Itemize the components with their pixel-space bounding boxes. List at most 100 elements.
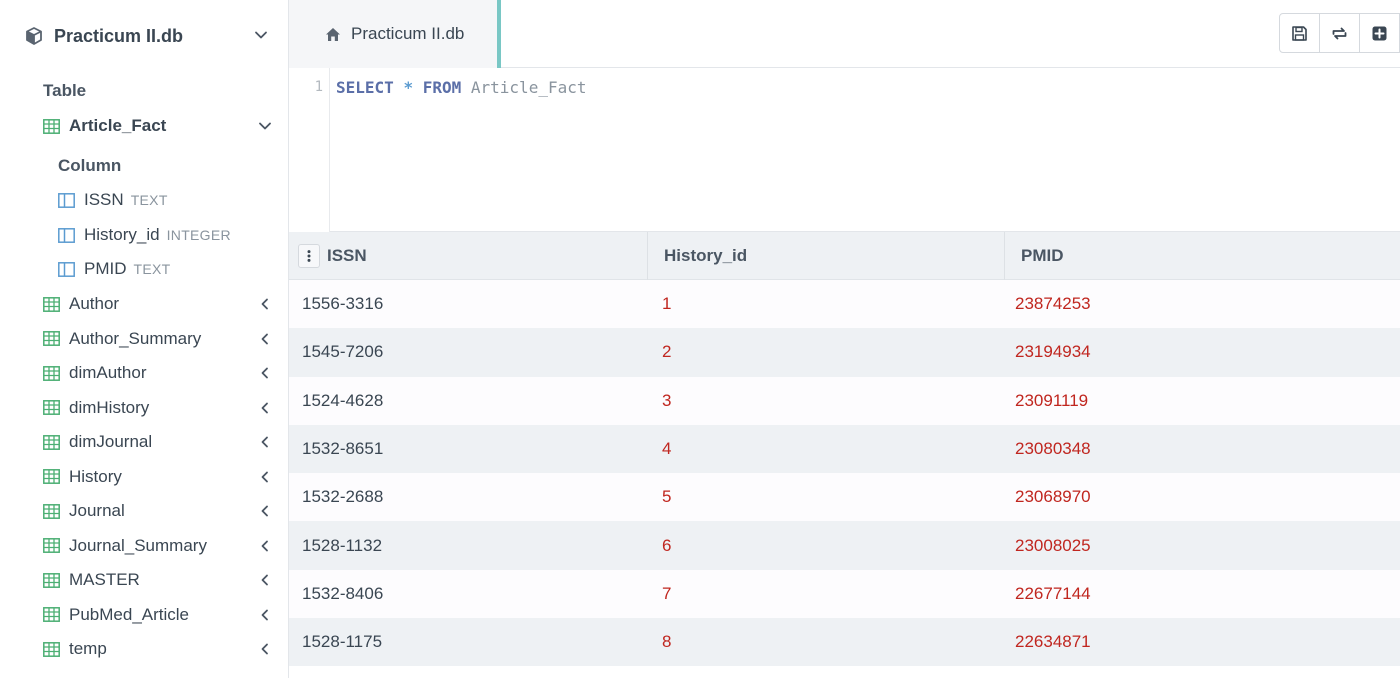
chevron-down-icon[interactable] (258, 119, 272, 133)
cube-icon (26, 27, 42, 45)
home-icon (326, 27, 340, 41)
table-cell[interactable]: 1528-1132 (289, 536, 648, 556)
chevron-left-icon[interactable] (258, 332, 272, 346)
table-identifier: Article_Fact (470, 78, 587, 97)
column-icon (58, 261, 75, 277)
table-name: Journal (69, 501, 125, 520)
table-row[interactable]: 1532-8651 4 23080348 (289, 424, 1400, 474)
table-row[interactable]: 1532-2688 5 23068970 (289, 473, 1400, 522)
sidebar-table-item[interactable]: Author_Summary (43, 324, 272, 354)
refresh-button[interactable] (1319, 13, 1360, 53)
sidebar-table-item[interactable]: Journal_Summary (43, 531, 272, 561)
table-icon (43, 641, 60, 657)
keyword-from: FROM (422, 78, 462, 97)
table-cell[interactable]: 1532-2688 (289, 487, 648, 507)
table-name: Author_Summary (69, 328, 202, 348)
save-button[interactable] (1279, 13, 1320, 53)
table-name: MASTER (69, 570, 140, 589)
table-cell[interactable]: 23080348 (1005, 439, 1400, 459)
table-cell[interactable]: 23091119 (1005, 391, 1400, 411)
table-cell[interactable]: 1532-8651 (289, 439, 648, 459)
chevron-left-icon[interactable] (258, 435, 272, 449)
sidebar-table-item[interactable]: temp (43, 634, 272, 664)
grid-header: ISSN History_id PMID (289, 232, 1400, 280)
table-cell[interactable]: 23008025 (1005, 536, 1400, 556)
table-row[interactable]: 1528-1175 8 22634871 (289, 618, 1400, 667)
chevron-left-icon[interactable] (258, 470, 272, 484)
table-cell[interactable]: 1 (648, 294, 1005, 314)
sidebar-table-item[interactable]: dimAuthor (43, 358, 272, 388)
toolbar (1279, 13, 1400, 53)
table-cell[interactable]: 5 (648, 487, 1005, 507)
sidebar-column-issn[interactable]: ISSN TEXT (58, 186, 168, 214)
sidebar-table-item[interactable]: dimJournal (43, 427, 272, 457)
save-icon (1292, 25, 1307, 41)
chevron-left-icon[interactable] (258, 366, 272, 380)
tab-bar: Practicum II.db (289, 0, 1400, 68)
sidebar-column-history-id[interactable]: History_id INTEGER (58, 221, 231, 249)
table-name: PubMed_Article (69, 604, 190, 624)
chevron-left-icon[interactable] (258, 608, 272, 622)
table-cell[interactable]: 1532-8406 (289, 584, 648, 604)
table-row[interactable]: 1532-8406 7 22677144 (289, 569, 1400, 619)
table-cell[interactable]: 8 (648, 632, 1005, 652)
table-row[interactable]: 1545-7206 2 23194934 (289, 328, 1400, 377)
table-cell[interactable]: 22634871 (1005, 632, 1400, 652)
tab-label: Practicum II.db (351, 24, 465, 43)
database-header[interactable]: Practicum II.db (24, 22, 272, 50)
table-row[interactable]: 1528-1132 6 23008025 (289, 521, 1400, 570)
table-name: temp (69, 639, 107, 658)
sidebar-table-item[interactable]: History (43, 462, 272, 492)
table-cell[interactable]: 1545-7206 (289, 342, 648, 362)
sidebar-table-item[interactable]: Author (43, 289, 272, 319)
table-cell[interactable]: 2 (648, 342, 1005, 362)
chevron-down-icon[interactable] (254, 28, 268, 42)
chevron-left-icon[interactable] (258, 297, 272, 311)
column-menu-button[interactable] (298, 244, 320, 268)
table-cell[interactable]: 4 (648, 439, 1005, 459)
sidebar-table-item[interactable]: MASTER (43, 565, 272, 595)
column-header-issn[interactable]: ISSN (289, 232, 648, 280)
column-icon (58, 192, 75, 208)
column-name: PMID (84, 259, 127, 278)
column-section-label: Column (58, 156, 122, 175)
sql-code[interactable]: SELECT * FROM Article_Fact (336, 78, 586, 97)
results-grid: ISSN History_id PMID 1556-3316 1 23874253 1… (289, 232, 1400, 667)
chevron-left-icon[interactable] (258, 539, 272, 553)
sidebar-table-item[interactable]: dimHistory (43, 393, 272, 423)
chevron-left-icon[interactable] (258, 401, 272, 415)
table-cell[interactable]: 23068970 (1005, 487, 1400, 507)
column-header-history-id[interactable]: History_id (648, 232, 1005, 280)
table-icon (43, 538, 60, 553)
chevron-left-icon[interactable] (258, 573, 272, 587)
table-cell[interactable]: 7 (648, 584, 1005, 604)
table-cell[interactable]: 22677144 (1005, 584, 1400, 604)
table-cell[interactable]: 1556-3316 (289, 294, 648, 314)
sidebar-table-article-fact[interactable]: Article_Fact (43, 111, 272, 141)
column-header-label: PMID (1021, 246, 1064, 265)
table-row[interactable]: 1524-4628 3 23091119 (289, 376, 1400, 425)
sidebar-table-item[interactable]: PubMed_Article (43, 600, 272, 630)
tab-database[interactable]: Practicum II.db (289, 0, 501, 68)
table-cell[interactable]: 1524-4628 (289, 391, 648, 411)
column-header-pmid[interactable]: PMID (1005, 232, 1400, 280)
line-number: 1 (314, 79, 323, 95)
table-row[interactable]: 1556-3316 1 23874253 (289, 280, 1400, 329)
table-cell[interactable]: 23874253 (1005, 294, 1400, 314)
column-header-label: ISSN (327, 246, 367, 265)
chevron-left-icon[interactable] (258, 504, 272, 518)
chevron-left-icon[interactable] (258, 642, 272, 656)
sql-editor[interactable]: 1 SELECT * FROM Article_Fact (289, 68, 1400, 232)
table-cell[interactable]: 1528-1175 (289, 632, 648, 652)
sidebar-table-item[interactable]: Journal (43, 496, 272, 526)
table-icon (43, 365, 60, 381)
table-icon (43, 400, 60, 415)
sidebar-column-pmid[interactable]: PMID TEXT (58, 255, 170, 283)
refresh-icon (1332, 27, 1347, 39)
add-tab-button[interactable] (1359, 13, 1400, 53)
table-cell[interactable]: 6 (648, 536, 1005, 556)
table-icon (43, 296, 60, 312)
table-cell[interactable]: 23194934 (1005, 342, 1400, 362)
table-section-label: Table (43, 81, 87, 100)
table-cell[interactable]: 3 (648, 391, 1005, 411)
